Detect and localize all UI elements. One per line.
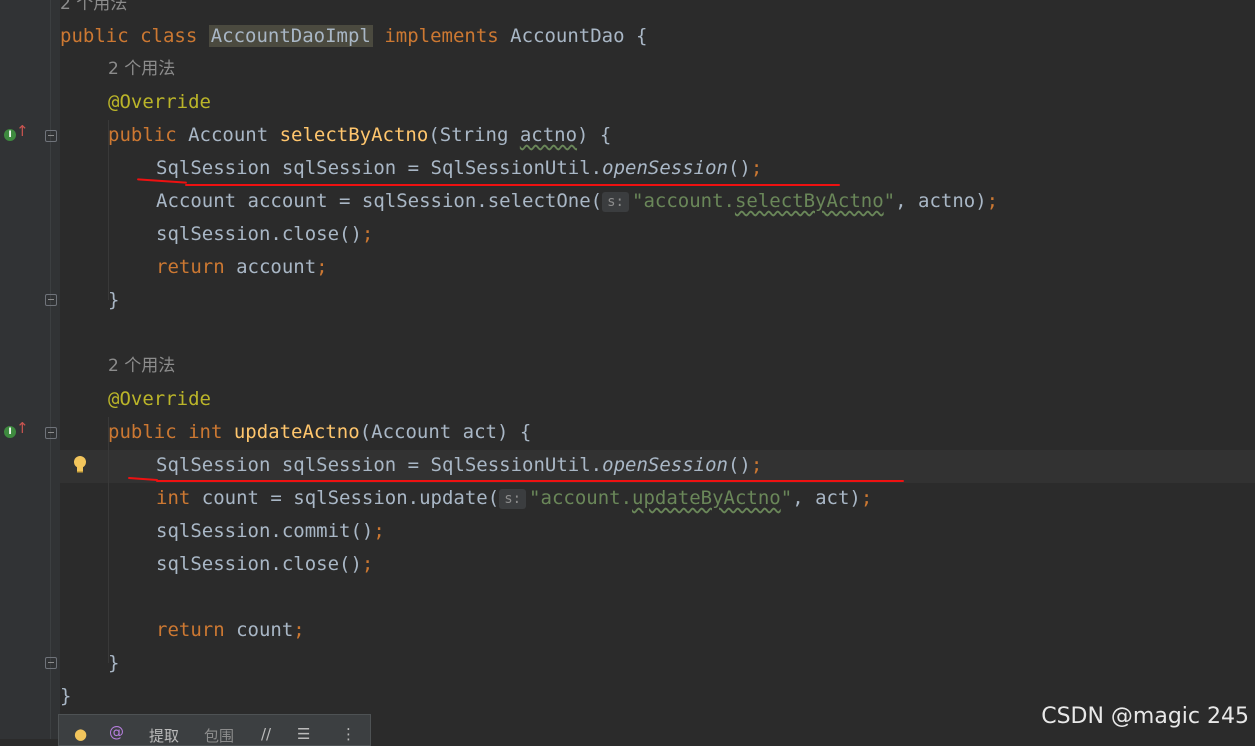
- class-closing-brace: }: [60, 685, 72, 707]
- red-annotation-mark: [185, 184, 840, 186]
- code-text: SqlSession sqlSession = SqlSessionUtil.: [156, 157, 603, 179]
- code-text: sqlSession.close(): [156, 553, 362, 575]
- static-call: openSession: [602, 157, 728, 179]
- code-text: account: [236, 256, 317, 278]
- class-declaration: public class AccountDaoImpl implements A…: [60, 20, 647, 53]
- semicolon: ;: [361, 223, 374, 245]
- string-literal: selectByActno: [734, 190, 884, 212]
- code-line: return count;: [156, 614, 305, 647]
- annotation: @Override: [108, 388, 211, 410]
- return-type: int: [188, 421, 234, 443]
- param-name: actno: [519, 124, 578, 146]
- code-line: sqlSession.close();: [156, 218, 373, 251]
- red-annotation-mark: [156, 480, 904, 482]
- extract-button[interactable]: 提取: [149, 725, 179, 746]
- ai-assistant-icon[interactable]: @: [109, 723, 124, 741]
- code-text: , act): [792, 487, 861, 509]
- closing-brace: }: [108, 289, 120, 311]
- code-text: SqlSession sqlSession = SqlSessionUtil.: [156, 454, 603, 476]
- code-text: count: [236, 619, 294, 641]
- static-call: openSession: [602, 454, 728, 476]
- params: (String: [428, 124, 520, 146]
- keyword: public class: [60, 25, 209, 47]
- method-signature: public int updateActno(Account act) {: [108, 416, 531, 449]
- implements-method-icon[interactable]: I: [4, 129, 16, 141]
- comment-icon[interactable]: //: [261, 725, 271, 743]
- go-to-super-icon[interactable]: ↑: [16, 419, 29, 437]
- string-literal: updateByActno: [632, 487, 781, 509]
- code-line: sqlSession.commit();: [156, 515, 385, 548]
- semicolon: ;: [361, 553, 374, 575]
- code-line: Account account = sqlSession.selectOne(s…: [156, 185, 998, 218]
- keyword: return: [156, 256, 237, 278]
- more-icon[interactable]: ⋮: [341, 725, 356, 743]
- gutter-separator: [50, 0, 51, 739]
- fold-toggle-icon[interactable]: [45, 657, 57, 669]
- closing-brace: }: [108, 652, 120, 674]
- code-line: SqlSession sqlSession = SqlSessionUtil.o…: [156, 152, 762, 185]
- code-text: count = sqlSession.update(: [201, 487, 500, 509]
- semicolon: ;: [373, 520, 385, 542]
- floating-toolbar: ● @ 提取 包围 // ☰ ⋮: [58, 714, 371, 746]
- string-quote: ": [780, 487, 793, 509]
- code-text: (): [727, 454, 751, 476]
- string-quote: ": [631, 190, 644, 212]
- string-literal: account.: [643, 190, 735, 212]
- semicolon: ;: [293, 619, 305, 641]
- method-name[interactable]: selectByActno: [280, 124, 429, 146]
- code-line: sqlSession.close();: [156, 548, 373, 581]
- keyword: implements: [372, 25, 511, 47]
- annotation: @Override: [108, 91, 211, 113]
- string-literal: account.: [540, 487, 633, 509]
- semicolon: ;: [316, 256, 328, 278]
- format-icon[interactable]: ☰: [297, 725, 310, 743]
- code-text: (): [727, 157, 751, 179]
- parameter-hint: s:: [602, 191, 629, 212]
- code-editor[interactable]: 2 个用法 public class AccountDaoImpl implem…: [60, 0, 1255, 739]
- keyword: public: [108, 124, 189, 146]
- code-text: sqlSession.commit(): [156, 520, 374, 542]
- string-quote: ": [529, 487, 541, 509]
- fold-toggle-icon[interactable]: [45, 130, 57, 142]
- string-quote: ": [883, 190, 896, 212]
- surround-button[interactable]: 包围: [204, 725, 234, 746]
- parameter-hint: s:: [499, 488, 527, 509]
- fold-toggle-icon[interactable]: [45, 294, 57, 306]
- usage-hint[interactable]: 2 个用法: [108, 53, 175, 86]
- code-text: , actno): [895, 190, 987, 212]
- implements-method-icon[interactable]: I: [4, 426, 16, 438]
- interface-name[interactable]: AccountDao {: [510, 25, 647, 47]
- keyword: public: [108, 421, 189, 443]
- usage-hint[interactable]: 2 个用法: [108, 350, 175, 383]
- go-to-super-icon[interactable]: ↑: [16, 122, 29, 140]
- params-end: ) {: [577, 124, 612, 146]
- semicolon: ;: [750, 454, 763, 476]
- return-type: Account: [188, 124, 280, 146]
- class-name[interactable]: AccountDaoImpl: [208, 25, 373, 47]
- fold-toggle-icon[interactable]: [45, 427, 57, 439]
- editor-gutter: [0, 0, 60, 739]
- usage-hint[interactable]: 2 个用法: [60, 0, 127, 21]
- code-text: sqlSession.close(): [156, 223, 362, 245]
- code-line: int count = sqlSession.update(s: "account…: [156, 482, 872, 515]
- code-line: SqlSession sqlSession = SqlSessionUtil.o…: [156, 449, 762, 482]
- keyword: return: [156, 619, 237, 641]
- code-line: return account;: [156, 251, 328, 284]
- method-name[interactable]: updateActno: [234, 421, 360, 443]
- params: (Account act) {: [359, 421, 532, 443]
- semicolon: ;: [986, 190, 999, 212]
- method-signature: public Account selectByActno(String actn…: [108, 119, 611, 152]
- watermark: CSDN @magic 245: [1041, 704, 1249, 729]
- code-text: Account account = sqlSession.selectOne(: [156, 190, 603, 212]
- semicolon: ;: [860, 487, 873, 509]
- bulb-icon[interactable]: ●: [74, 725, 87, 743]
- keyword: int: [156, 487, 202, 509]
- semicolon: ;: [750, 157, 763, 179]
